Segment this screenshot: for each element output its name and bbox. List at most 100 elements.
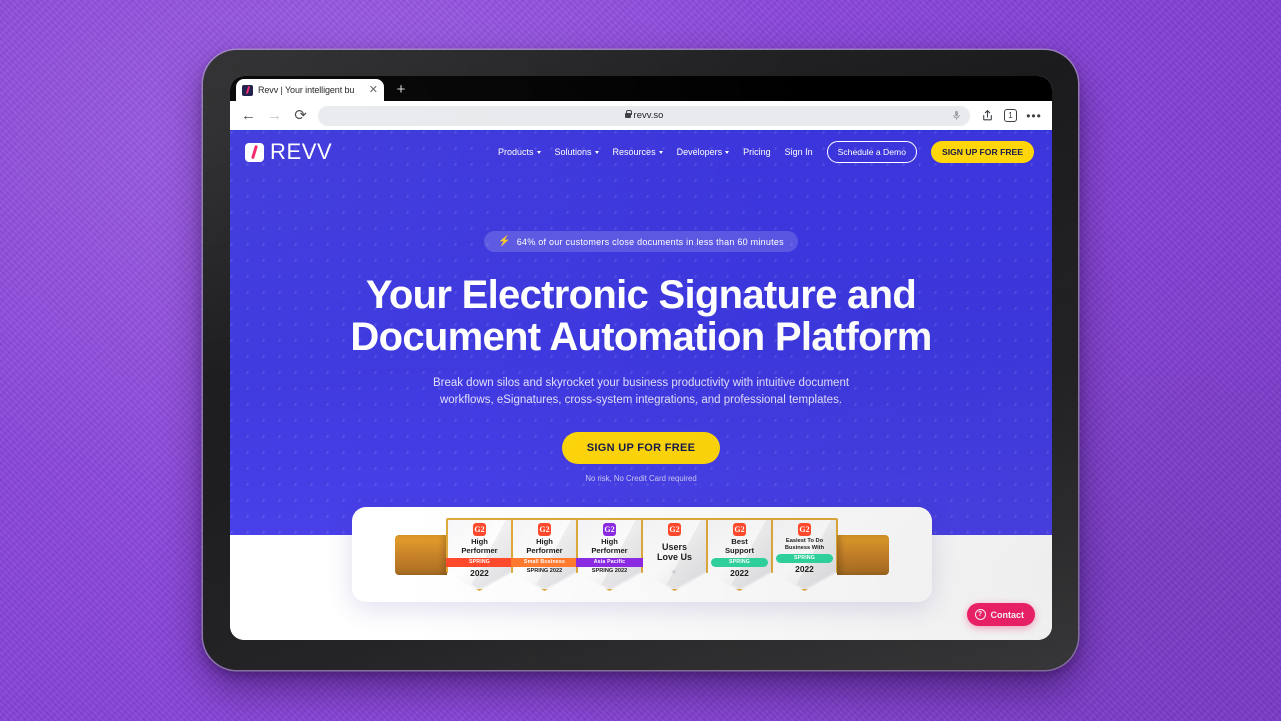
badge-content: G2 Best Support SPRING 2022 bbox=[706, 518, 773, 578]
tab-title: Revv | Your intelligent bu bbox=[258, 85, 355, 95]
badge-band: Asia Pacific bbox=[576, 557, 643, 567]
hero-signup-button[interactable]: SIGN UP FOR FREE bbox=[561, 431, 721, 464]
badge-title: Best Support bbox=[706, 537, 773, 555]
badge-band: SPRING bbox=[775, 553, 834, 563]
badge-title-line-1: Users bbox=[661, 542, 688, 552]
purple-background: Revv | Your intelligent bu ✕ + ← → ⟳ rev… bbox=[0, 0, 1281, 721]
page-title: Your Electronic Signature and Document A… bbox=[230, 274, 1052, 358]
badge-title: Easiest To Do Business With bbox=[771, 538, 838, 551]
award-badge: G2 Users Love Us ★ bbox=[641, 518, 708, 591]
help-icon: ? bbox=[974, 609, 986, 620]
nav-item-products[interactable]: Products bbox=[498, 147, 541, 157]
g2-logo-icon: G2 bbox=[538, 523, 551, 536]
g2-logo-icon: G2 bbox=[798, 523, 811, 536]
header-signup-button[interactable]: SIGN UP FOR FREE bbox=[930, 141, 1034, 163]
nav-item-pricing[interactable]: Pricing bbox=[743, 147, 771, 157]
signup-disclaimer: No risk, No Credit Card required bbox=[585, 473, 697, 483]
badge-year: SPRING 2022 bbox=[591, 568, 628, 575]
stat-badge: ⚡ 64% of our customers close documents i… bbox=[484, 231, 798, 252]
hero-subheading: Break down silos and skyrocket your busi… bbox=[230, 375, 1052, 410]
chevron-down-icon bbox=[725, 151, 730, 154]
badge-title: High Performer bbox=[511, 537, 578, 555]
nav-label: Developers bbox=[676, 147, 723, 157]
nav-label: Solutions bbox=[554, 147, 592, 157]
badge-year: SPRING 2022 bbox=[526, 568, 563, 575]
badge-title-line-2: Business With bbox=[784, 544, 825, 551]
badge-stars: ★ bbox=[670, 569, 679, 577]
revv-favicon-icon bbox=[242, 84, 253, 96]
badge-year: 2022 bbox=[470, 568, 489, 579]
chevron-down-icon bbox=[536, 151, 541, 154]
contact-widget-button[interactable]: ? Contact bbox=[966, 603, 1035, 626]
webpage: REVV Products Solutions Resources Develo… bbox=[230, 131, 1052, 640]
badge-content: G2 High Performer Asia Pacific SPRING 20… bbox=[576, 518, 643, 575]
badge-title: High Performer bbox=[446, 537, 513, 555]
badge-title-line-2: Performer bbox=[461, 545, 498, 555]
hero-content: ⚡ 64% of our customers close documents i… bbox=[230, 173, 1052, 483]
award-badge: G2 Best Support SPRING 2022 bbox=[706, 518, 773, 591]
close-icon[interactable]: ✕ bbox=[369, 84, 378, 96]
badge-band: SPRING bbox=[710, 557, 769, 567]
badge-band: Small Business bbox=[511, 557, 578, 567]
chevron-down-icon bbox=[658, 151, 663, 154]
browser-toolbar: ← → ⟳ revv.so 1 ••• bbox=[230, 101, 1052, 131]
contact-widget-label: Contact bbox=[990, 609, 1025, 620]
tablet-screen: Revv | Your intelligent bu ✕ + ← → ⟳ rev… bbox=[230, 76, 1052, 640]
more-options-icon[interactable]: ••• bbox=[1026, 108, 1042, 124]
badge-title-line-2: Support bbox=[724, 545, 755, 555]
badge-year: 2022 bbox=[795, 564, 814, 575]
lock-icon bbox=[624, 110, 632, 119]
badge-title-line-1: Easiest To Do bbox=[785, 538, 824, 544]
nav-item-resources[interactable]: Resources bbox=[613, 147, 663, 157]
badge-content: G2 Easiest To Do Business With SPRING 20… bbox=[771, 518, 838, 574]
tab-count-button[interactable]: 1 bbox=[1004, 109, 1017, 122]
award-badge: G2 Easiest To Do Business With SPRING 20… bbox=[771, 518, 838, 591]
award-badge: G2 High Performer Small Business SPRING … bbox=[511, 518, 578, 591]
badge-band: SPRING bbox=[446, 557, 513, 567]
badge-content: G2 High Performer Small Business SPRING … bbox=[511, 518, 578, 575]
badge-content: G2 Users Love Us ★ bbox=[641, 518, 708, 576]
share-icon[interactable] bbox=[979, 108, 995, 124]
nav-label: Resources bbox=[612, 147, 656, 157]
main-nav: Products Solutions Resources Developers … bbox=[498, 141, 1034, 163]
new-tab-button[interactable]: + bbox=[392, 81, 410, 99]
chevron-down-icon bbox=[594, 151, 599, 154]
address-bar[interactable]: revv.so bbox=[318, 105, 970, 126]
headline-line-2: Document Automation Platform bbox=[350, 315, 932, 359]
microphone-icon[interactable] bbox=[951, 110, 962, 121]
badge-title: Users Love Us bbox=[641, 542, 708, 562]
reload-icon[interactable]: ⟳ bbox=[292, 107, 309, 124]
nav-label: Products bbox=[497, 147, 534, 157]
ribbon-left bbox=[395, 534, 447, 575]
stat-badge-text: 64% of our customers close documents in … bbox=[516, 236, 784, 247]
hero-section: REVV Products Solutions Resources Develo… bbox=[230, 131, 1052, 535]
schedule-demo-button[interactable]: Schedule a Demo bbox=[826, 141, 917, 163]
nav-item-solutions[interactable]: Solutions bbox=[555, 147, 599, 157]
badge-title-line-2: Love Us bbox=[656, 552, 692, 563]
nav-item-developers[interactable]: Developers bbox=[677, 147, 730, 157]
forward-icon[interactable]: → bbox=[266, 107, 283, 124]
url-text: revv.so bbox=[633, 110, 664, 121]
badge-title-line-2: Performer bbox=[526, 545, 563, 555]
badge-year: 2022 bbox=[730, 568, 749, 579]
url-text-wrap: revv.so bbox=[624, 110, 664, 121]
back-icon[interactable]: ← bbox=[240, 107, 257, 124]
badge-title: High Performer bbox=[576, 537, 643, 555]
subheading-line-1: Break down silos and skyrocket your busi… bbox=[432, 377, 850, 389]
g2-logo-icon: G2 bbox=[668, 523, 681, 536]
badge-content: G2 High Performer SPRING 2022 bbox=[446, 518, 513, 578]
award-badge: G2 High Performer SPRING 2022 bbox=[446, 518, 513, 591]
g2-logo-icon: G2 bbox=[603, 523, 616, 536]
logo-text: REVV bbox=[270, 139, 333, 164]
awards-card: G2 High Performer SPRING 2022 G2 High Pe… bbox=[352, 507, 932, 602]
revv-logo[interactable]: REVV bbox=[245, 139, 332, 165]
ribbon-right bbox=[837, 534, 889, 575]
revv-logo-icon bbox=[245, 142, 264, 162]
award-badge: G2 High Performer Asia Pacific SPRING 20… bbox=[576, 518, 643, 591]
site-header: REVV Products Solutions Resources Develo… bbox=[230, 131, 1052, 173]
tablet-device: Revv | Your intelligent bu ✕ + ← → ⟳ rev… bbox=[203, 50, 1078, 670]
badge-title-line-2: Performer bbox=[591, 545, 628, 555]
browser-tab[interactable]: Revv | Your intelligent bu ✕ bbox=[236, 79, 384, 101]
nav-item-signin[interactable]: Sign In bbox=[785, 147, 813, 157]
g2-logo-icon: G2 bbox=[733, 523, 746, 536]
